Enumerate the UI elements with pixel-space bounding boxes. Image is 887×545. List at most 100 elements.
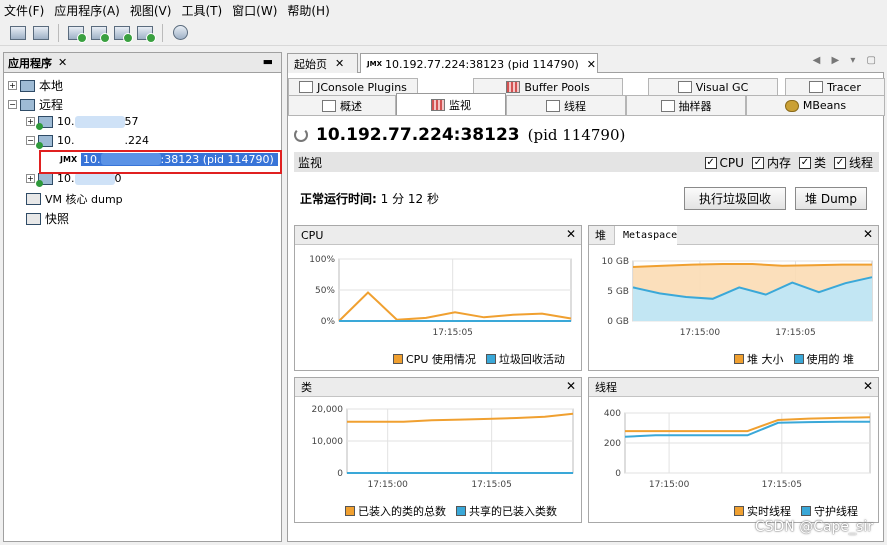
minimize-icon[interactable]: ▬ bbox=[263, 55, 273, 68]
applications-tab[interactable]: 应用程序 ✕ ▬ bbox=[4, 53, 281, 73]
y-tick-label: 0 bbox=[337, 469, 343, 479]
y-tick-label: 50% bbox=[315, 286, 335, 296]
plugin-icon bbox=[299, 81, 314, 93]
legend-item: CPU 使用情况 bbox=[393, 351, 476, 367]
checkbox-threads[interactable]: ✓ 线程 bbox=[833, 154, 873, 171]
applications-panel: 应用程序 ✕ ▬ + 本地 − 远程 + 10. 57 − 10. .224 J… bbox=[3, 52, 282, 542]
uptime-label: 正常运行时间: bbox=[300, 192, 377, 206]
checkbox-icon[interactable]: ✓ bbox=[833, 156, 846, 169]
menu-help[interactable]: 帮助(H) bbox=[287, 2, 329, 19]
tree-node-host-1[interactable]: + 10. 57 bbox=[26, 115, 139, 130]
heap-dump-button[interactable]: 堆 Dump bbox=[795, 187, 867, 210]
legend-label: 使用的 堆 bbox=[806, 353, 855, 366]
tab-tracer[interactable]: Tracer bbox=[785, 78, 885, 95]
tab-sampler[interactable]: 抽样器 bbox=[626, 95, 746, 115]
tree-node-host-2[interactable]: − 10. .224 bbox=[26, 134, 150, 149]
menu-tools[interactable]: 工具(T) bbox=[181, 2, 222, 19]
tree-node-local[interactable]: + 本地 bbox=[8, 77, 63, 94]
checkbox-classes[interactable]: ✓ 类 bbox=[798, 154, 826, 171]
y-tick-label: 400 bbox=[604, 409, 621, 419]
legend-label: 实时线程 bbox=[747, 505, 791, 518]
checkbox-memory[interactable]: ✓ 内存 bbox=[751, 154, 791, 171]
checkbox-cpu[interactable]: ✓ CPU bbox=[704, 154, 744, 171]
monitor-content: JConsole Plugins Buffer Pools Visual GC … bbox=[287, 73, 885, 542]
classes-chart: 20,000 10,000 0 17:15:00 17:15:05 bbox=[312, 405, 574, 490]
checkbox-icon[interactable]: ✓ bbox=[798, 156, 811, 169]
tab-jmx-label: 10.192.77.224:38123 (pid 114790) bbox=[384, 57, 579, 71]
x-tick-label: 17:15:05 bbox=[432, 328, 472, 338]
add-remote-host-button[interactable] bbox=[66, 24, 87, 43]
document-area: 起始页 ✕ JMX 10.192.77.224:38123 (pid 11479… bbox=[287, 52, 885, 542]
threads-chart: 400 200 0 17:15:00 17:15:05 bbox=[604, 409, 871, 490]
tab-label: Tracer bbox=[827, 80, 861, 94]
expand-icon[interactable]: + bbox=[8, 81, 17, 90]
heap-legend: 堆 大小 使用的 堆 bbox=[734, 351, 854, 367]
heap-panel-header: 堆 Metaspace ✕ bbox=[589, 225, 878, 245]
legend-label: 垃圾回收活动 bbox=[498, 353, 565, 366]
computer-icon bbox=[20, 79, 35, 92]
tree-node-remote[interactable]: − 远程 bbox=[8, 96, 63, 113]
checkbox-icon[interactable]: ✓ bbox=[751, 156, 764, 169]
close-icon[interactable]: ✕ bbox=[58, 56, 67, 69]
tab-overview[interactable]: 概述 bbox=[288, 95, 396, 115]
tab-start-page[interactable]: 起始页 ✕ bbox=[287, 53, 358, 73]
blurred-ip bbox=[74, 134, 125, 147]
y-tick-label: 0% bbox=[321, 317, 336, 327]
classes-panel: 类 ✕ 20,000 10,000 0 17:15:00 17:15:05 已装入的类的总… bbox=[294, 377, 582, 523]
tab-navigation-icons[interactable]: ◀ ▶ ▾ ▢ bbox=[813, 55, 880, 66]
toolbar bbox=[0, 20, 887, 46]
heap-panel-title[interactable]: 堆 bbox=[595, 227, 606, 243]
close-icon[interactable]: ✕ bbox=[566, 227, 576, 241]
collapse-icon[interactable]: − bbox=[26, 136, 35, 145]
add-host-icon bbox=[68, 25, 87, 43]
legend-item: 守护线程 bbox=[801, 503, 858, 519]
heap-panel: 堆 Metaspace ✕ 10 GB 5 GB 0 GB 17:15:00 17:15:0… bbox=[588, 225, 879, 371]
x-tick-label: 17:15:05 bbox=[775, 328, 815, 338]
load-snapshot-button[interactable] bbox=[8, 24, 28, 42]
remote-host-icon bbox=[36, 134, 53, 149]
legend-swatch bbox=[485, 354, 496, 364]
add-coredump-icon bbox=[114, 25, 133, 43]
add-jmx-connection-button[interactable] bbox=[89, 24, 110, 43]
close-icon[interactable]: ✕ bbox=[566, 379, 576, 393]
checkbox-label: 线程 bbox=[848, 156, 873, 170]
expand-icon[interactable]: + bbox=[26, 117, 35, 126]
menu-view[interactable]: 视图(V) bbox=[130, 2, 172, 19]
tab-label: 抽样器 bbox=[678, 99, 712, 113]
close-icon[interactable]: ✕ bbox=[863, 379, 873, 393]
add-snapshot-button[interactable] bbox=[135, 24, 156, 43]
legend-label: CPU 使用情况 bbox=[406, 353, 476, 366]
add-vm-coredump-button[interactable] bbox=[112, 24, 133, 43]
perform-gc-button[interactable]: 执行垃圾回收 bbox=[684, 187, 786, 210]
x-tick-label: 17:15:05 bbox=[762, 480, 802, 490]
legend-label: 守护线程 bbox=[814, 505, 858, 518]
close-icon[interactable]: ✕ bbox=[587, 58, 596, 71]
close-icon[interactable]: ✕ bbox=[863, 227, 873, 241]
threads-panel: 线程 ✕ 400 200 0 17:15:00 17:15:05 实时线程 守护线程 bbox=[588, 377, 879, 523]
menu-file[interactable]: 文件(F) bbox=[4, 2, 44, 19]
tree-node-vm-dump[interactable]: VM 核心 dump bbox=[26, 191, 123, 207]
save-button[interactable] bbox=[31, 24, 51, 42]
close-icon[interactable]: ✕ bbox=[335, 57, 344, 70]
tab-visual-gc[interactable]: Visual GC bbox=[648, 78, 778, 95]
tab-monitor[interactable]: 监视 bbox=[396, 93, 506, 116]
menu-bar: 文件(F) 应用程序(A) 视图(V) 工具(T) 窗口(W) 帮助(H) bbox=[0, 0, 887, 20]
collapse-icon[interactable]: − bbox=[8, 100, 17, 109]
cpu-panel: CPU ✕ 100% 50% 0% 17:15:05 CPU 使用情况 垃圾回收活动 bbox=[294, 225, 582, 371]
tab-jmx-app[interactable]: JMX 10.192.77.224:38123 (pid 114790) ✕ bbox=[360, 53, 598, 74]
menu-applications[interactable]: 应用程序(A) bbox=[54, 2, 120, 19]
metaspace-tab[interactable]: Metaspace bbox=[614, 225, 678, 245]
tree-label-local: 本地 bbox=[39, 79, 64, 93]
menu-window[interactable]: 窗口(W) bbox=[232, 2, 277, 19]
tree-node-snapshot[interactable]: 快照 bbox=[26, 210, 69, 227]
sampler-icon bbox=[660, 99, 675, 112]
disk-icon bbox=[33, 25, 49, 40]
checkbox-icon[interactable]: ✓ bbox=[704, 156, 717, 169]
classes-legend: 已装入的类的总数 共享的已装入类数 bbox=[345, 503, 557, 519]
timer-button[interactable] bbox=[170, 24, 190, 42]
tab-threads[interactable]: 线程 bbox=[506, 95, 626, 115]
expand-icon[interactable]: + bbox=[26, 174, 35, 183]
tab-label: Visual GC bbox=[695, 80, 749, 94]
host-2-suffix: .224 bbox=[124, 134, 150, 147]
tab-mbeans[interactable]: MBeans bbox=[746, 95, 885, 115]
